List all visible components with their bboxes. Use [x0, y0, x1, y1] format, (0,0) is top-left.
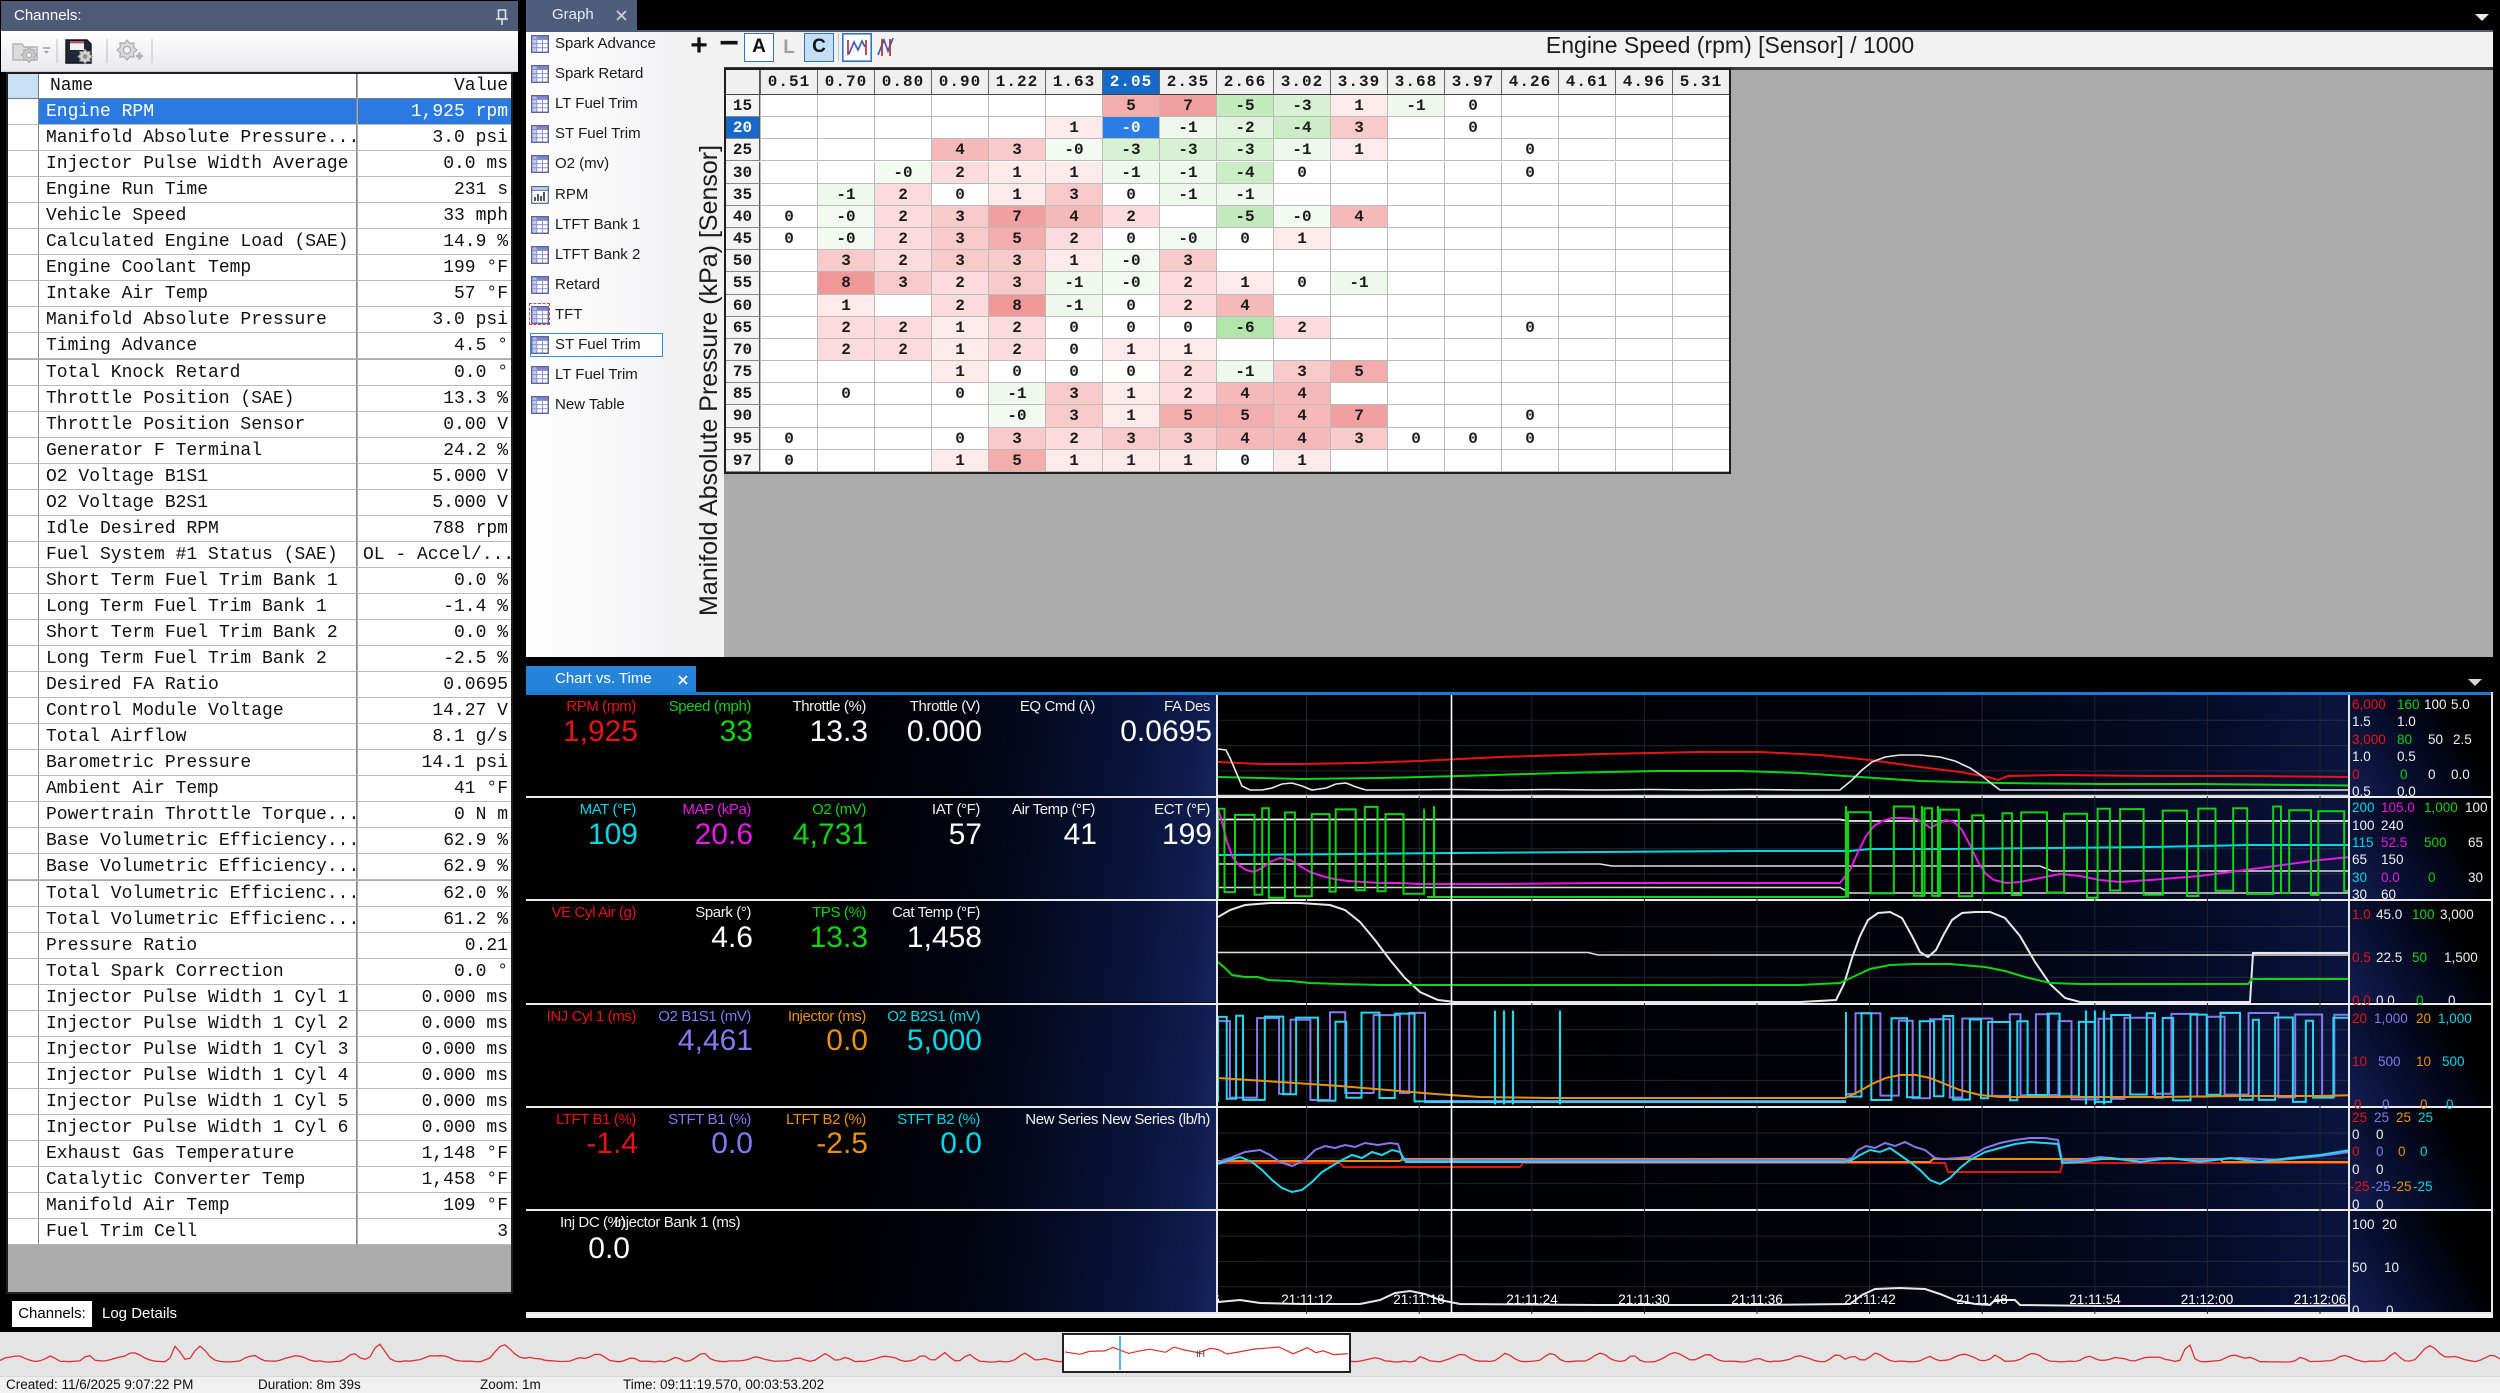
svg-text:IH: IH [1196, 1349, 1205, 1359]
